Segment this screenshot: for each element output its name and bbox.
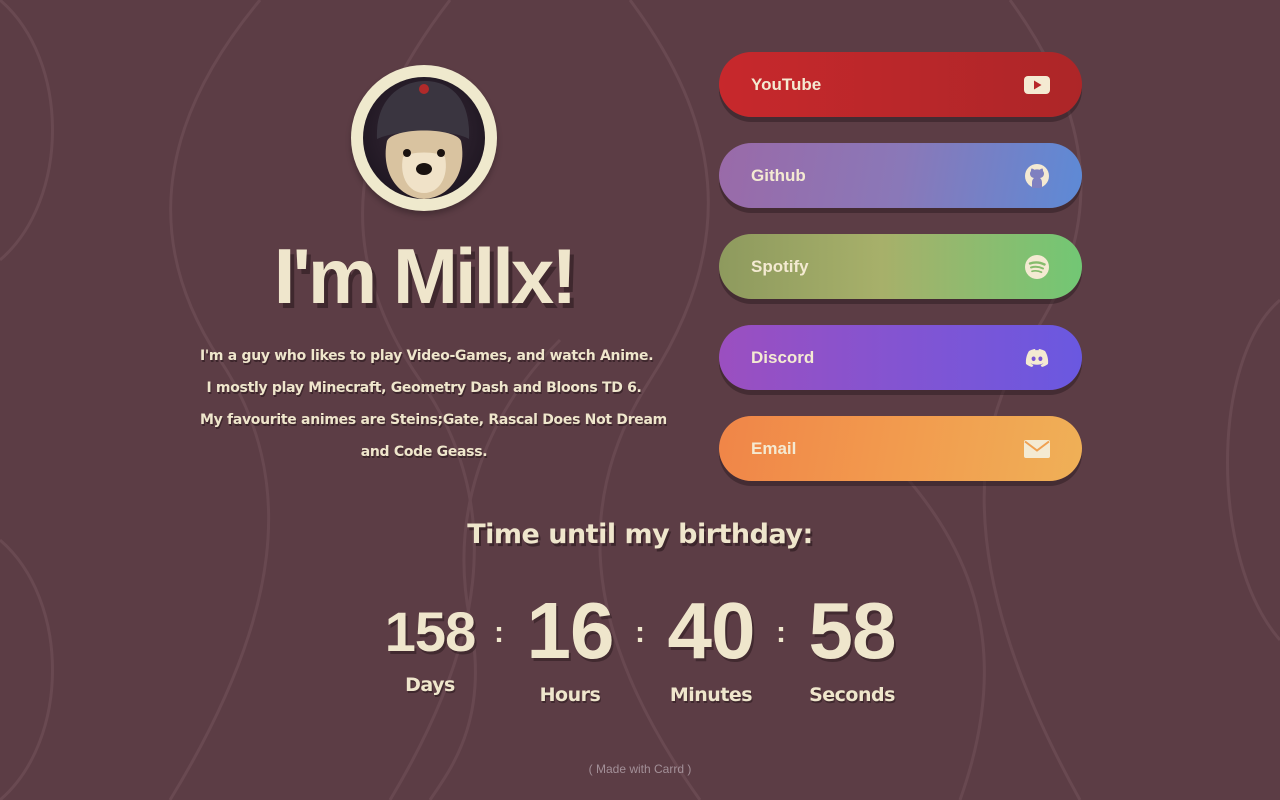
email-button[interactable]: Email bbox=[719, 416, 1082, 481]
countdown-separator: : bbox=[494, 616, 504, 649]
discord-button-label: Discord bbox=[751, 348, 815, 367]
page-title: I'm Millx! bbox=[273, 232, 578, 320]
youtube-button[interactable]: YouTube bbox=[719, 52, 1082, 117]
youtube-button-label: YouTube bbox=[751, 75, 822, 94]
email-icon bbox=[1024, 440, 1050, 458]
countdown-hours-label: Hours bbox=[539, 684, 601, 706]
countdown-seconds-label: Seconds bbox=[809, 684, 895, 706]
bio-text: I'm a guy who likes to play Video-Games,… bbox=[200, 340, 667, 468]
countdown-seconds: 58 Seconds bbox=[792, 585, 912, 713]
countdown-separator: : bbox=[635, 616, 645, 649]
countdown-seconds-value: 58 bbox=[808, 586, 897, 675]
countdown-days-label: Days bbox=[405, 674, 455, 696]
social-links: YouTube Github Spotify Discord Email bbox=[719, 52, 1082, 507]
countdown-minutes-label: Minutes bbox=[669, 684, 753, 706]
bio-line: I'm a guy who likes to play Video-Games,… bbox=[200, 348, 654, 364]
bio-line: I mostly play Minecraft, Geometry Dash a… bbox=[206, 380, 642, 396]
bio-line: My favourite animes are Steins;Gate, Ras… bbox=[200, 412, 667, 428]
github-button[interactable]: Github bbox=[719, 143, 1082, 208]
made-with-carrd-link[interactable]: ( Made with Carrd ) bbox=[540, 760, 740, 778]
countdown-days-value: 158 bbox=[384, 600, 476, 663]
countdown-hours-value: 16 bbox=[526, 586, 615, 675]
countdown-minutes-value: 40 bbox=[667, 586, 756, 675]
email-button-label: Email bbox=[751, 439, 797, 458]
spotify-icon bbox=[1025, 255, 1049, 279]
countdown-minutes: 40 Minutes bbox=[651, 585, 771, 713]
countdown-days: 158 Days bbox=[370, 597, 490, 703]
profile-avatar bbox=[351, 65, 497, 211]
countdown-hours: 16 Hours bbox=[510, 585, 630, 713]
countdown-title: Time until my birthday: bbox=[467, 519, 813, 550]
countdown-separator: : bbox=[776, 616, 786, 649]
github-icon bbox=[1025, 164, 1049, 188]
page-content: I'm Millx! I'm a guy who likes to play V… bbox=[0, 0, 1280, 800]
youtube-icon bbox=[1024, 76, 1050, 94]
spotify-button[interactable]: Spotify bbox=[719, 234, 1082, 299]
discord-icon bbox=[1025, 349, 1049, 367]
dog-photo-icon bbox=[363, 77, 485, 199]
bio-line: and Code Geass. bbox=[360, 444, 488, 460]
spotify-button-label: Spotify bbox=[751, 257, 809, 276]
github-button-label: Github bbox=[751, 166, 806, 185]
discord-button[interactable]: Discord bbox=[719, 325, 1082, 390]
countdown-timer: 158 Days : 16 Hours : 40 Minutes : 58 Se… bbox=[358, 585, 924, 715]
